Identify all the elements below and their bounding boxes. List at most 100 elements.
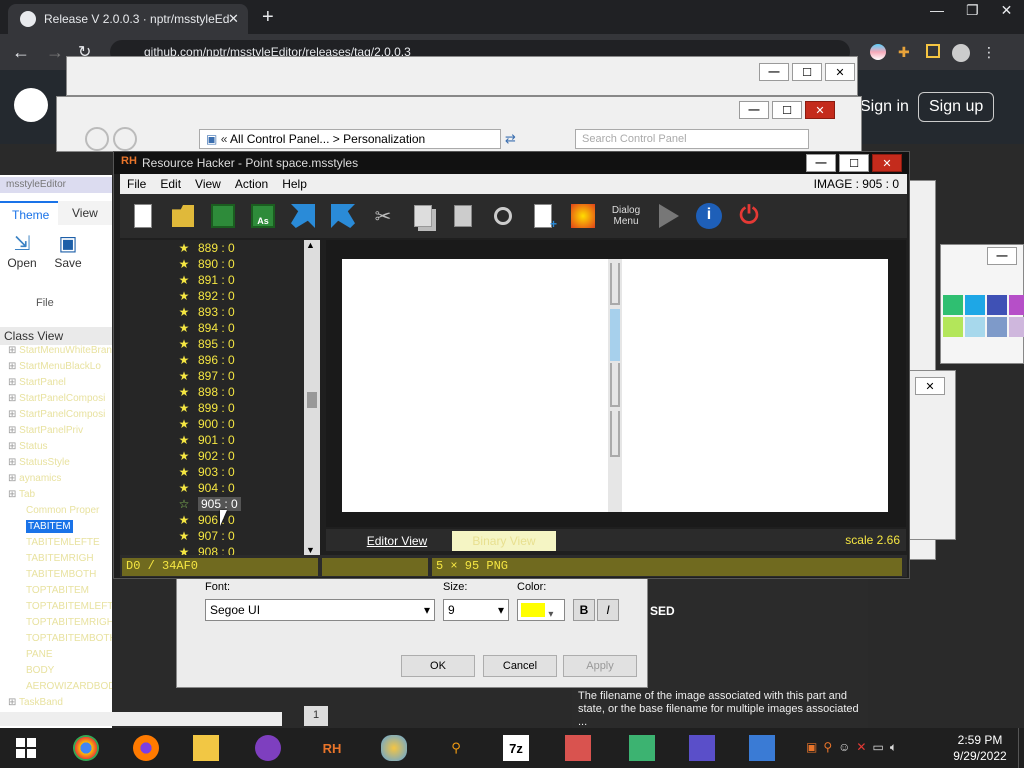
cp-close-button[interactable]: ✕ — [805, 101, 835, 119]
editor-view-tab[interactable]: Editor View — [342, 531, 452, 551]
paste-icon[interactable] — [446, 199, 480, 233]
forward-icon[interactable]: → — [46, 42, 64, 63]
new-file-icon[interactable] — [126, 199, 160, 233]
ok-button[interactable]: OK — [401, 655, 475, 677]
theme-tool-icon[interactable] — [562, 733, 594, 763]
apply-button[interactable]: Apply — [563, 655, 637, 677]
search-tool-icon[interactable]: ⚲ — [440, 733, 472, 763]
rubik-cube-icon[interactable] — [626, 733, 658, 763]
expand-icon[interactable]: ⊞ — [8, 425, 19, 436]
tree-item[interactable]: ★ 897 : 0 — [120, 368, 320, 384]
browser-close-icon[interactable]: ✕ — [1001, 2, 1013, 19]
tab-close-icon[interactable]: ✕ — [228, 11, 239, 27]
close-button[interactable]: ✕ — [825, 63, 855, 81]
tray-search-icon[interactable]: ⚲ — [823, 740, 832, 755]
tab-theme[interactable]: Theme — [0, 201, 58, 225]
class-tree-item[interactable]: TABITEMBOTH — [0, 569, 112, 585]
expand-icon[interactable]: ⊞ — [8, 441, 19, 452]
class-tree-item[interactable]: ⊞ Tab — [0, 489, 112, 505]
open-file-icon[interactable] — [166, 199, 200, 233]
color-picker[interactable]: ▾ — [517, 599, 565, 621]
class-tree-item[interactable]: ⊞ StartPanelComposi — [0, 393, 112, 409]
color-swatch[interactable] — [1009, 317, 1024, 337]
back-arrow-icon[interactable] — [286, 199, 320, 233]
dialog-menu-icon[interactable]: Dialog Menu — [606, 199, 646, 233]
menu-action[interactable]: Action — [228, 174, 275, 191]
class-tree-item[interactable]: ⊞ StartMenuBlackLo — [0, 361, 112, 377]
class-tree-item[interactable]: ⊞ StartPanelPriv — [0, 425, 112, 441]
tree-item[interactable]: ★ 898 : 0 — [120, 384, 320, 400]
yahoo-messenger-icon[interactable] — [252, 733, 284, 763]
horizontal-scrollbar[interactable] — [0, 712, 282, 726]
tray-volume-icon[interactable]: 🔈︎ — [890, 740, 897, 755]
save-button[interactable]: ▣ Save — [48, 231, 88, 281]
tree-item[interactable]: ★ 893 : 0 — [120, 304, 320, 320]
dialog-close-button[interactable]: ✕ — [915, 377, 945, 395]
minimize-button[interactable]: — — [759, 63, 789, 81]
tree-item[interactable]: ★ 908 : 0 — [120, 544, 320, 555]
tree-item[interactable]: ★ 904 : 0 — [120, 480, 320, 496]
size-select[interactable]: 9 ▾ — [443, 599, 509, 621]
color-swatch[interactable] — [965, 317, 985, 337]
expand-icon[interactable]: ⊞ — [8, 345, 19, 356]
side-panel-icon[interactable] — [926, 44, 940, 58]
visual-studio-icon[interactable] — [686, 733, 718, 763]
palette-minimize-button[interactable]: — — [987, 247, 1017, 265]
class-tree-item[interactable]: Common Proper — [0, 505, 112, 521]
save-icon[interactable] — [206, 199, 240, 233]
sign-up-button[interactable]: Sign up — [918, 92, 995, 122]
class-tree-item[interactable]: ⊞ StartMenuWhiteBrand — [0, 345, 112, 361]
class-tree-item[interactable]: ⊞ TaskBand — [0, 697, 112, 713]
tree-item[interactable]: ★ 899 : 0 — [120, 400, 320, 416]
color-swatch[interactable] — [965, 295, 985, 315]
tree-scrollbar[interactable]: ▲ ▼ — [304, 240, 320, 555]
tree-item[interactable]: ★ 907 : 0 — [120, 528, 320, 544]
open-button[interactable]: ⇲ Open — [2, 231, 42, 281]
rh-maximize-button[interactable]: ☐ — [839, 154, 869, 172]
forward-arrow-icon[interactable] — [326, 199, 360, 233]
class-tree-item[interactable]: ⊞ StartPanelComposi — [0, 409, 112, 425]
tree-item[interactable]: ★ 889 : 0 — [120, 240, 320, 256]
font-select[interactable]: Segoe UI ▾ — [205, 599, 435, 621]
expand-icon[interactable]: ⊞ — [8, 393, 19, 404]
search-icon[interactable] — [486, 199, 520, 233]
refresh-icon[interactable]: ⇄ — [505, 131, 516, 147]
rh-minimize-button[interactable]: — — [806, 154, 836, 172]
resource-tree[interactable]: ★ 889 : 0 ★ 890 : 0 ★ 891 : 0 ★ 892 : 0 ★ 893 : 0… — [120, 240, 320, 555]
class-tree-item[interactable]: ⊞ Status — [0, 441, 112, 457]
expand-icon[interactable]: ⊞ — [8, 361, 19, 372]
paint-icon[interactable] — [378, 733, 410, 763]
browser-restore-icon[interactable]: ❐ — [966, 2, 979, 19]
breadcrumb-all[interactable]: All Control Panel... — [230, 132, 329, 146]
scroll-up-icon[interactable]: ▲ — [306, 240, 315, 250]
breadcrumb-current[interactable]: Personalization — [343, 132, 425, 146]
tree-item[interactable]: ★ 894 : 0 — [120, 320, 320, 336]
class-tree-item[interactable]: TABITEMRIGH — [0, 553, 112, 569]
class-tree-item[interactable]: TOPTABITEMBOTHEDGE — [0, 633, 112, 649]
browser-minimize-icon[interactable]: — — [930, 2, 944, 19]
maximize-button[interactable]: ☐ — [792, 63, 822, 81]
add-image-icon[interactable] — [566, 199, 600, 233]
browser-menu-icon[interactable]: ⋮ — [982, 44, 996, 62]
rh-close-button[interactable]: ✕ — [872, 154, 902, 172]
avatar[interactable] — [952, 44, 970, 62]
copy-icon[interactable] — [406, 199, 440, 233]
bold-toggle[interactable]: B — [573, 599, 595, 621]
class-tree-item[interactable]: ⊞ StatusStyle — [0, 457, 112, 473]
profile-pride-icon[interactable] — [870, 44, 886, 60]
clock[interactable]: 2:59 PM 9/29/2022 — [950, 732, 1010, 764]
class-tree-item[interactable]: ⊞ StartPanel — [0, 377, 112, 393]
tray-network-off-icon[interactable]: ✕ — [856, 740, 866, 755]
tree-item[interactable]: ★ 901 : 0 — [120, 432, 320, 448]
tree-item[interactable]: ★ 895 : 0 — [120, 336, 320, 352]
class-tree[interactable]: ⊞ StartMenuWhiteBrand ⊞ StartMenuBlackLo ⊞… — [0, 345, 112, 728]
extensions-icon[interactable]: ✚ — [898, 44, 914, 60]
cp-minimize-button[interactable]: — — [739, 101, 769, 119]
back-icon[interactable] — [85, 127, 109, 151]
tree-item[interactable]: ★ 903 : 0 — [120, 464, 320, 480]
github-logo-icon[interactable] — [14, 88, 48, 122]
power-icon[interactable]: ⏻ — [732, 199, 766, 233]
tray-app-icon[interactable]: ▣ — [806, 740, 817, 755]
binary-view-tab[interactable]: Binary View — [452, 531, 556, 551]
tree-item[interactable]: ★ 892 : 0 — [120, 288, 320, 304]
